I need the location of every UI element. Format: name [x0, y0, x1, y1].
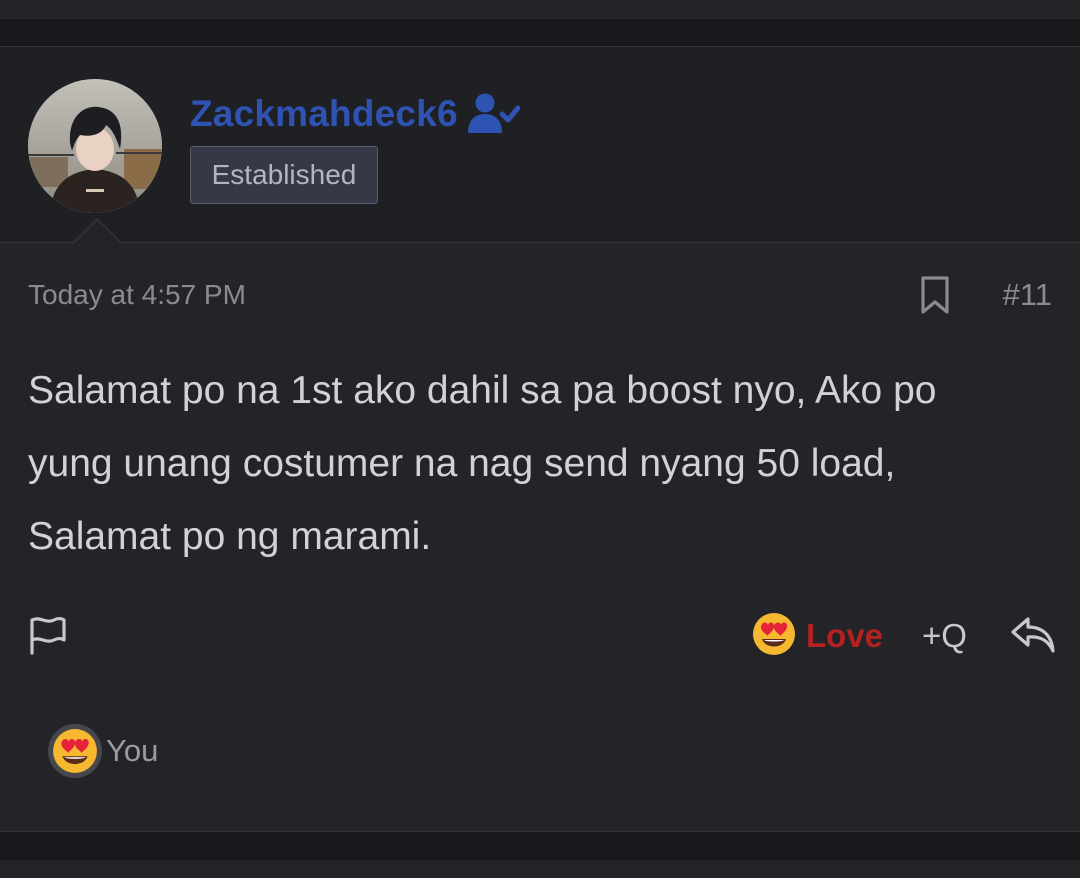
message-line: yung unang costumer na nag send nyang 50…: [28, 442, 896, 485]
header-pointer-fill: [73, 220, 121, 244]
love-label: Love: [806, 617, 884, 654]
user-avatar[interactable]: [28, 79, 162, 213]
forum-post: Zackmahdeck6 Established Today at 4:57 P…: [0, 46, 1080, 832]
reactions-summary[interactable]: You: [48, 723, 158, 779]
post-meta-row: Today at 4:57 PM #11: [28, 275, 1052, 319]
user-title-badge: Established: [190, 146, 378, 204]
message-line: Salamat po na 1st ako dahil sa pa boost …: [28, 369, 937, 412]
flag-icon[interactable]: [28, 615, 68, 655]
multi-quote-button[interactable]: +Q: [922, 617, 967, 655]
reactor-name: You: [106, 733, 159, 768]
heart-eyes-emoji-icon: [53, 729, 97, 773]
next-post-edge: [0, 860, 1080, 878]
username-row: Zackmahdeck6: [190, 89, 521, 139]
divider: [0, 18, 1080, 19]
user-check-icon: [467, 93, 521, 135]
message-line: Salamat po ng marami.: [28, 515, 432, 558]
post-number-link[interactable]: #11: [1003, 277, 1052, 313]
post-timestamp[interactable]: Today at 4:57 PM: [28, 279, 246, 311]
heart-eyes-emoji-icon: [752, 612, 796, 661]
post-actions: Love +Q: [0, 607, 1080, 663]
reaction-bubble: [48, 724, 102, 778]
react-love-button[interactable]: Love: [752, 612, 884, 661]
previous-post-edge: [0, 0, 1080, 18]
avatar-image: [28, 79, 162, 213]
reply-icon[interactable]: [1010, 615, 1056, 655]
post-user-header: Zackmahdeck6 Established: [0, 47, 1080, 243]
username-link[interactable]: Zackmahdeck6: [190, 93, 458, 135]
post-message: Salamat po na 1st ako dahil sa pa boost …: [28, 354, 1028, 573]
bookmark-icon[interactable]: [918, 275, 952, 315]
